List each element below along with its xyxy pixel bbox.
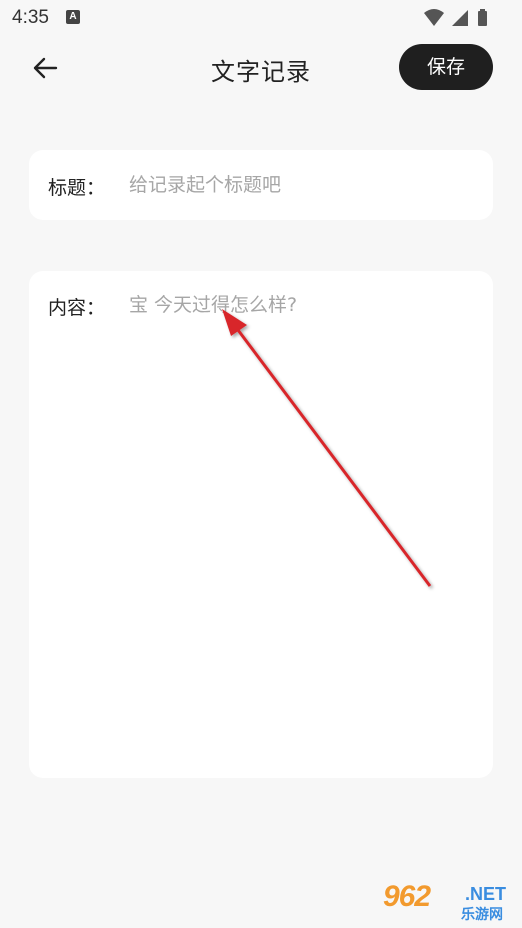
app-bar: 文字记录 保存: [0, 36, 522, 100]
wifi-icon: [424, 9, 444, 26]
title-input[interactable]: [129, 170, 477, 200]
content-card: 内容：: [29, 271, 493, 778]
title-card: 标题：: [29, 150, 493, 220]
status-icons: [422, 8, 512, 28]
notification-a-icon: A: [66, 10, 80, 24]
watermark: 962 .NET 乐游网: [383, 880, 515, 924]
save-button[interactable]: 保存: [399, 44, 493, 90]
watermark-sub: 乐游网: [461, 907, 503, 923]
status-bar: 4:35 A: [0, 0, 522, 36]
battery-icon: [478, 9, 487, 26]
status-time: 4:35: [12, 7, 49, 28]
watermark-logo: 962: [383, 880, 431, 913]
content-label: 内容：: [48, 297, 106, 319]
title-label: 标题：: [48, 177, 106, 199]
cell-signal-icon: [452, 10, 468, 26]
watermark-suffix: .NET: [465, 884, 507, 904]
content-textarea[interactable]: [129, 291, 477, 762]
